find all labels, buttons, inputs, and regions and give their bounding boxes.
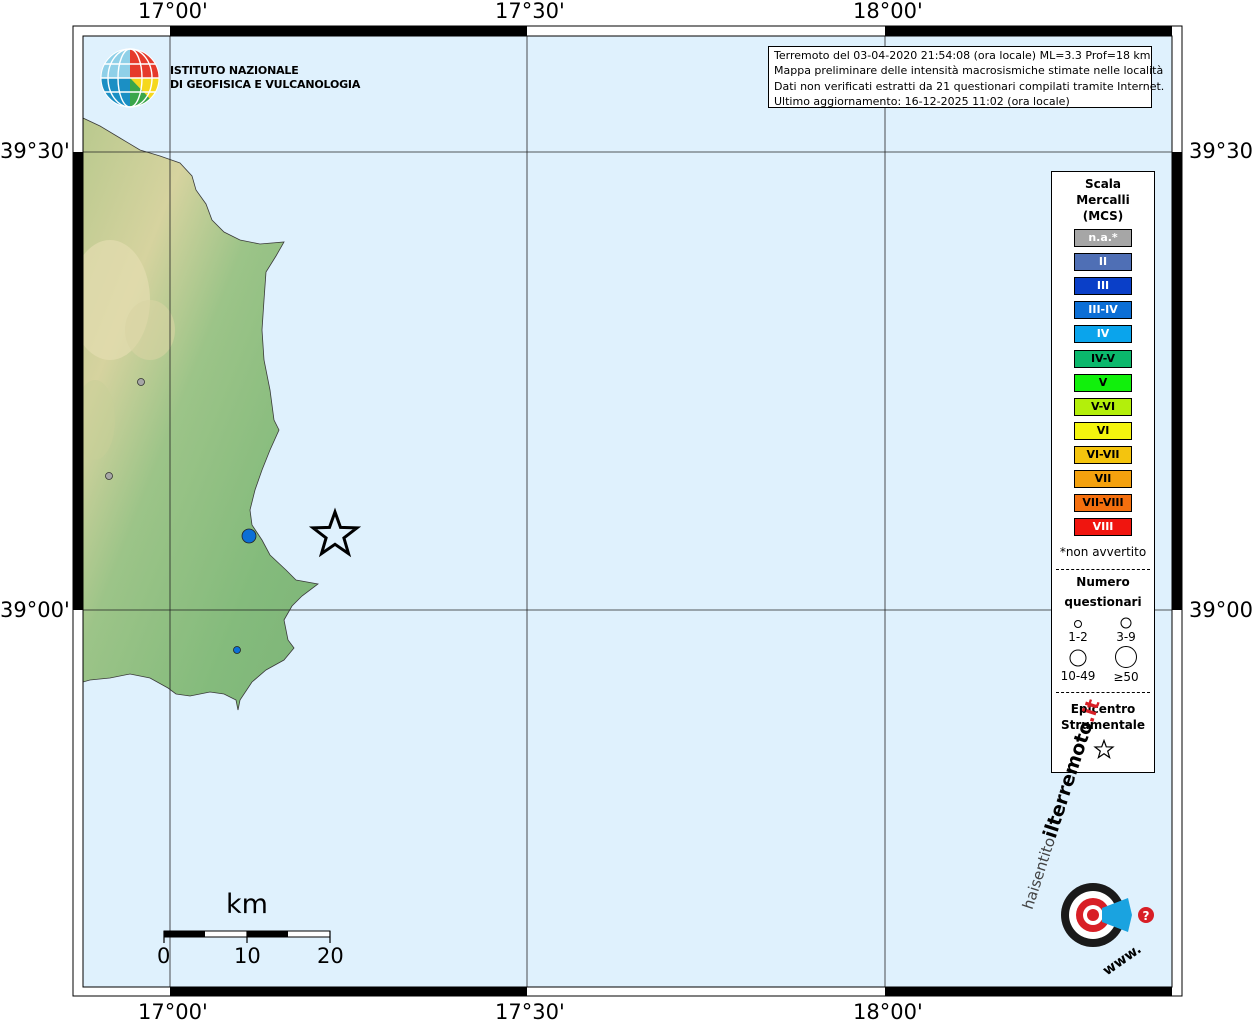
legend-title-mercalli: Mercalli [1076, 193, 1130, 207]
lat-label-left-3930: 39°30' [0, 139, 70, 163]
legend-swatch: VIII [1074, 518, 1132, 537]
svg-text:?: ? [1143, 909, 1150, 923]
lat-label-right-3900: 39°00' [1189, 598, 1255, 622]
legend-title-mcs: (MCS) [1082, 209, 1124, 223]
lon-label-bottom-1700: 17°00' [138, 1000, 208, 1024]
institute-name-line1: ISTITUTO NAZIONALE [170, 64, 299, 77]
intensity-point-iii-iv[interactable] [241, 528, 257, 544]
legend-swatch: VII-VIII [1074, 494, 1132, 513]
size-class-50: ≥50 [1113, 670, 1139, 684]
scale-tick-10: 10 [234, 944, 261, 968]
lon-label-top-1730: 17°30' [495, 0, 565, 23]
legend-swatch: V [1074, 373, 1132, 392]
size-class-3-9: 3-9 [1116, 630, 1136, 644]
earthquake-info-box: Terremoto del 03-04-2020 21:54:08 (ora l… [768, 46, 1165, 109]
frame-seg [885, 987, 1172, 996]
institute-name: ISTITUTO NAZIONALE DI GEOFISICA E VULCAN… [170, 64, 360, 92]
legend-swatch: VII [1074, 470, 1132, 488]
legend-swatch: II [1074, 253, 1132, 272]
frame-seg [1172, 152, 1182, 610]
legend-panel: Scala Mercalli (MCS) n.a.* II III III-IV IV I… [1051, 171, 1155, 773]
size-class-10-49: 10-49 [1060, 669, 1096, 683]
legend-swatch: IV [1074, 325, 1132, 344]
institute-name-line2: DI GEOFISICA E VULCANOLOGIA [170, 78, 361, 91]
legend-swatch: IV-V [1074, 349, 1132, 368]
legend-questionnaires-title1: Numero [1076, 575, 1130, 589]
lon-label-bottom-1730: 17°30' [495, 1000, 565, 1024]
legend-epicenter-title2: Strumentale [1060, 718, 1146, 732]
info-line-map: Mappa preliminare delle intensità macros… [774, 64, 1164, 78]
info-line-data: Dati non verificati estratti da 21 quest… [774, 79, 1165, 93]
legend-swatch: VI-VII [1074, 445, 1132, 464]
info-line-updated: Ultimo aggiornamento: 16-12-2025 11:02 (… [774, 95, 1070, 109]
frame-seg [73, 152, 83, 610]
legend-swatch: III [1074, 277, 1132, 296]
ingv-logo-icon [100, 48, 160, 108]
scale-unit: km [226, 889, 268, 920]
legend-questionnaires-title2: questionari [1064, 595, 1142, 609]
legend-star-icon [1093, 739, 1115, 759]
frame-seg [170, 987, 527, 996]
legend-swatch: VI [1074, 421, 1132, 440]
intensity-point-na[interactable] [137, 378, 145, 386]
legend-swatch: n.a.* [1074, 229, 1132, 247]
info-line-event: Terremoto del 03-04-2020 21:54:08 (ora l… [774, 49, 1151, 62]
scale-tick-0: 0 [157, 944, 171, 968]
scale-tick-20: 20 [317, 944, 344, 968]
legend-title-scala: Scala [1084, 177, 1122, 191]
size-class-1-2: 1-2 [1068, 630, 1088, 644]
frame-seg [885, 26, 1172, 36]
lon-label-bottom-1800: 18°00' [853, 1000, 923, 1024]
mountain-shade [125, 300, 175, 360]
intensity-point-na[interactable] [105, 472, 113, 480]
not-felt-note: *non avvertito [1059, 545, 1147, 559]
lon-label-top-1800: 18°00' [853, 0, 923, 23]
frame-seg [170, 26, 527, 36]
legend-separator [1056, 692, 1150, 693]
lon-label-top-1700: 17°00' [138, 0, 208, 23]
legend-swatch: V-VI [1074, 397, 1132, 416]
legend-swatch: III-IV [1074, 301, 1132, 320]
lat-label-left-3900: 39°00' [0, 598, 70, 622]
lat-label-right-3930: 39°30' [1189, 139, 1255, 163]
legend-separator [1056, 569, 1150, 570]
intensity-point-iii-iv[interactable] [233, 646, 241, 654]
